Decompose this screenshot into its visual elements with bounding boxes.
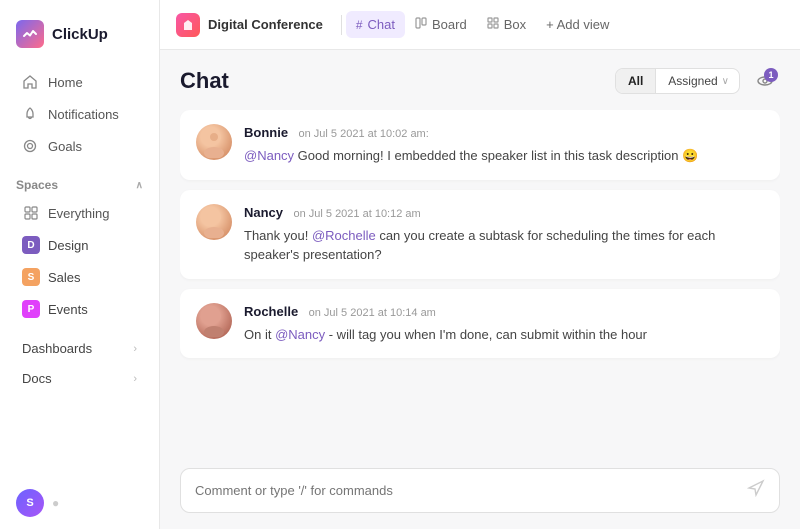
sidebar-item-design[interactable]: D Design <box>6 230 153 260</box>
spaces-section-header: Spaces ∧ <box>0 168 159 197</box>
logo-icon <box>16 20 44 48</box>
user-status-icon: ● <box>52 496 59 510</box>
bonnie-time: on Jul 5 2021 at 10:02 am: <box>299 128 429 140</box>
sidebar-item-sales[interactable]: S Sales <box>6 262 153 292</box>
dashboards-label: Dashboards <box>22 341 92 356</box>
rochelle-message-header: Rochelle on Jul 5 2021 at 10:14 am <box>244 303 764 321</box>
bell-icon <box>22 106 38 122</box>
topbar-divider <box>341 15 342 35</box>
docs-chevron-icon: › <box>133 373 137 385</box>
chat-input-area <box>180 468 780 513</box>
messages-area: Bonnie on Jul 5 2021 at 10:02 am: @Nancy… <box>180 110 780 456</box>
nancy-message-content: Nancy on Jul 5 2021 at 10:12 am Thank yo… <box>244 204 764 265</box>
bonnie-mention: @Nancy <box>244 148 294 163</box>
sidebar: ClickUp Home Notifications Goals Spaces … <box>0 0 160 529</box>
bonnie-avatar <box>196 124 232 160</box>
filter-chevron-icon: ∨ <box>722 76 729 87</box>
topbar: Digital Conference # Chat Board Box + Ad… <box>160 0 800 50</box>
sidebar-item-goals[interactable]: Goals <box>6 131 153 161</box>
rochelle-message-text: On it @Nancy - will tag you when I'm don… <box>244 325 764 345</box>
chat-container: Chat All Assigned ∨ 1 <box>160 50 800 529</box>
chat-input[interactable] <box>195 483 747 498</box>
chat-tab-icon: # <box>356 18 363 32</box>
board-tab-label: Board <box>432 17 467 32</box>
design-dot: D <box>22 236 40 254</box>
spaces-label: Spaces <box>16 178 58 192</box>
nancy-message-text: Thank you! @Rochelle can you create a su… <box>244 226 764 265</box>
add-view-label: + Add view <box>546 17 609 32</box>
rochelle-author: Rochelle <box>244 304 298 319</box>
everything-icon <box>22 204 40 222</box>
sales-label: Sales <box>48 270 81 285</box>
logo-text: ClickUp <box>52 26 108 43</box>
message-bonnie: Bonnie on Jul 5 2021 at 10:02 am: @Nancy… <box>180 110 780 180</box>
notification-badge: 1 <box>764 68 778 82</box>
nancy-mention: @Rochelle <box>312 228 376 243</box>
nancy-avatar <box>196 204 232 240</box>
main-content: Digital Conference # Chat Board Box + Ad… <box>160 0 800 529</box>
sidebar-goals-label: Goals <box>48 139 82 154</box>
filter-assigned-label: Assigned <box>668 74 717 88</box>
tab-chat[interactable]: # Chat <box>346 11 405 38</box>
events-label: Events <box>48 302 88 317</box>
project-header: Digital Conference <box>176 13 323 37</box>
notification-eye-button[interactable]: 1 <box>750 66 780 96</box>
chat-tab-label: Chat <box>368 17 395 32</box>
box-tab-icon <box>487 17 499 32</box>
spaces-chevron-icon: ∧ <box>136 180 143 191</box>
tab-box[interactable]: Box <box>477 11 536 38</box>
bonnie-avatar-illustration <box>200 126 228 158</box>
design-label: Design <box>48 238 88 253</box>
project-icon <box>176 13 200 37</box>
rochelle-avatar-illustration <box>200 305 228 337</box>
chat-header-controls: All Assigned ∨ 1 <box>615 66 780 96</box>
sidebar-item-notifications[interactable]: Notifications <box>6 99 153 129</box>
filter-assigned-dropdown[interactable]: Assigned ∨ <box>655 69 739 93</box>
sales-dot: S <box>22 268 40 286</box>
send-icon[interactable] <box>747 479 765 502</box>
sidebar-item-home[interactable]: Home <box>6 67 153 97</box>
filter-all-button[interactable]: All <box>616 69 655 93</box>
docs-label: Docs <box>22 371 52 386</box>
sidebar-item-events[interactable]: P Events <box>6 294 153 324</box>
events-dot: P <box>22 300 40 318</box>
everything-label: Everything <box>48 206 109 221</box>
chat-header: Chat All Assigned ∨ 1 <box>180 66 780 96</box>
bonnie-author: Bonnie <box>244 125 288 140</box>
sidebar-notifications-label: Notifications <box>48 107 119 122</box>
tab-board[interactable]: Board <box>405 11 477 38</box>
add-view-button[interactable]: + Add view <box>536 11 619 38</box>
box-tab-label: Box <box>504 17 526 32</box>
home-icon <box>22 74 38 90</box>
bonnie-message-header: Bonnie on Jul 5 2021 at 10:02 am: <box>244 124 764 142</box>
nancy-time: on Jul 5 2021 at 10:12 am <box>293 208 420 220</box>
chat-title: Chat <box>180 68 229 94</box>
board-tab-icon <box>415 17 427 32</box>
rochelle-message-content: Rochelle on Jul 5 2021 at 10:14 am On it… <box>244 303 764 345</box>
sidebar-home-label: Home <box>48 75 83 90</box>
rochelle-mention: @Nancy <box>275 327 325 342</box>
filter-group: All Assigned ∨ <box>615 68 740 94</box>
sidebar-bottom: Dashboards › Docs › <box>0 333 159 394</box>
nancy-avatar-illustration <box>200 206 228 238</box>
nancy-message-header: Nancy on Jul 5 2021 at 10:12 am <box>244 204 764 222</box>
dashboards-chevron-icon: › <box>133 343 137 355</box>
rochelle-avatar <box>196 303 232 339</box>
goals-icon <box>22 138 38 154</box>
project-name: Digital Conference <box>208 17 323 32</box>
sidebar-footer: S ● <box>0 477 159 529</box>
sidebar-item-dashboards[interactable]: Dashboards › <box>6 334 153 363</box>
message-nancy: Nancy on Jul 5 2021 at 10:12 am Thank yo… <box>180 190 780 279</box>
user-avatar[interactable]: S <box>16 489 44 517</box>
sidebar-item-docs[interactable]: Docs › <box>6 364 153 393</box>
message-rochelle: Rochelle on Jul 5 2021 at 10:14 am On it… <box>180 289 780 359</box>
sidebar-item-everything[interactable]: Everything <box>6 198 153 228</box>
nancy-author: Nancy <box>244 205 283 220</box>
logo: ClickUp <box>0 10 159 66</box>
bonnie-message-text: @Nancy Good morning! I embedded the spea… <box>244 146 764 166</box>
bonnie-message-content: Bonnie on Jul 5 2021 at 10:02 am: @Nancy… <box>244 124 764 166</box>
rochelle-time: on Jul 5 2021 at 10:14 am <box>309 307 436 319</box>
